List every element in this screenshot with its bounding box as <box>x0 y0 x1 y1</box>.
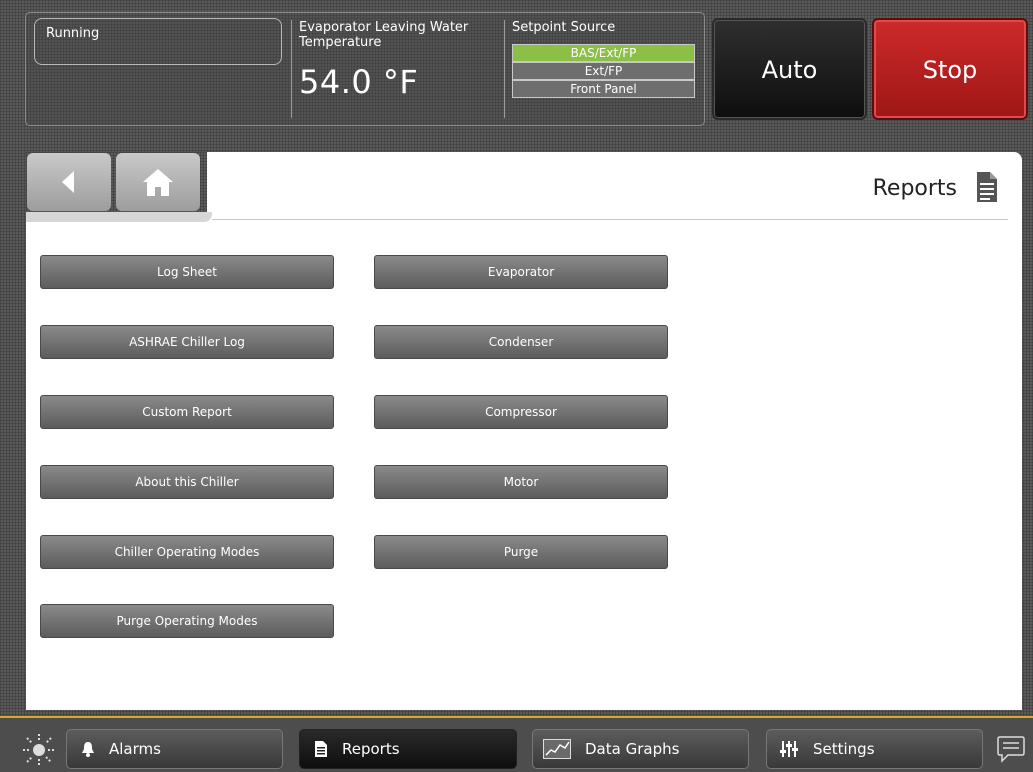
evap-temp-value: 54.0 °F <box>299 63 419 101</box>
ashrae-chiller-log-button[interactable]: ASHRAE Chiller Log <box>40 325 334 359</box>
reports-nav-button[interactable]: Reports <box>299 729 517 769</box>
auto-button[interactable]: Auto <box>712 18 867 120</box>
data-graphs-nav-button[interactable]: Data Graphs <box>532 729 749 769</box>
custom-report-button[interactable]: Custom Report <box>40 395 334 429</box>
back-arrow-icon <box>62 171 74 193</box>
header-divider <box>504 20 505 118</box>
purge-operating-modes-button[interactable]: Purge Operating Modes <box>40 604 334 638</box>
home-button[interactable] <box>116 153 200 211</box>
chiller-operating-modes-button[interactable]: Chiller Operating Modes <box>40 535 334 569</box>
setpoint-option-front-panel[interactable]: Front Panel <box>512 80 695 98</box>
log-sheet-button[interactable]: Log Sheet <box>40 255 334 289</box>
home-icon <box>143 169 173 196</box>
document-icon <box>314 740 328 758</box>
setpoint-option-bas[interactable]: BAS/Ext/FP <box>512 44 695 62</box>
tab-shelf <box>26 212 212 222</box>
about-chiller-button[interactable]: About this Chiller <box>40 465 334 499</box>
page-title: Reports <box>872 176 957 201</box>
condenser-button[interactable]: Condenser <box>374 325 668 359</box>
settings-label: Settings <box>813 740 875 758</box>
brightness-icon[interactable] <box>22 733 56 767</box>
graph-icon <box>543 739 571 759</box>
alarms-nav-button[interactable]: Alarms <box>66 729 283 769</box>
reports-label: Reports <box>342 740 400 758</box>
stop-button[interactable]: Stop <box>872 18 1028 120</box>
purge-button[interactable]: Purge <box>374 535 668 569</box>
setpoint-source-title: Setpoint Source <box>512 20 616 35</box>
alarms-label: Alarms <box>109 740 161 758</box>
bell-icon <box>81 741 95 757</box>
data-graphs-label: Data Graphs <box>585 740 680 758</box>
evaporator-button[interactable]: Evaporator <box>374 255 668 289</box>
status-display: Running <box>34 18 282 65</box>
motor-button[interactable]: Motor <box>374 465 668 499</box>
evap-temp-label: Evaporator Leaving Water Temperature <box>299 20 469 50</box>
settings-nav-button[interactable]: Settings <box>766 729 983 769</box>
sliders-icon <box>779 740 799 758</box>
title-underline <box>212 219 1008 220</box>
back-button[interactable] <box>27 153 111 211</box>
chat-icon[interactable] <box>996 734 1026 764</box>
document-icon <box>977 172 997 202</box>
header-divider <box>291 20 292 118</box>
compressor-button[interactable]: Compressor <box>374 395 668 429</box>
setpoint-option-ext[interactable]: Ext/FP <box>512 62 695 80</box>
